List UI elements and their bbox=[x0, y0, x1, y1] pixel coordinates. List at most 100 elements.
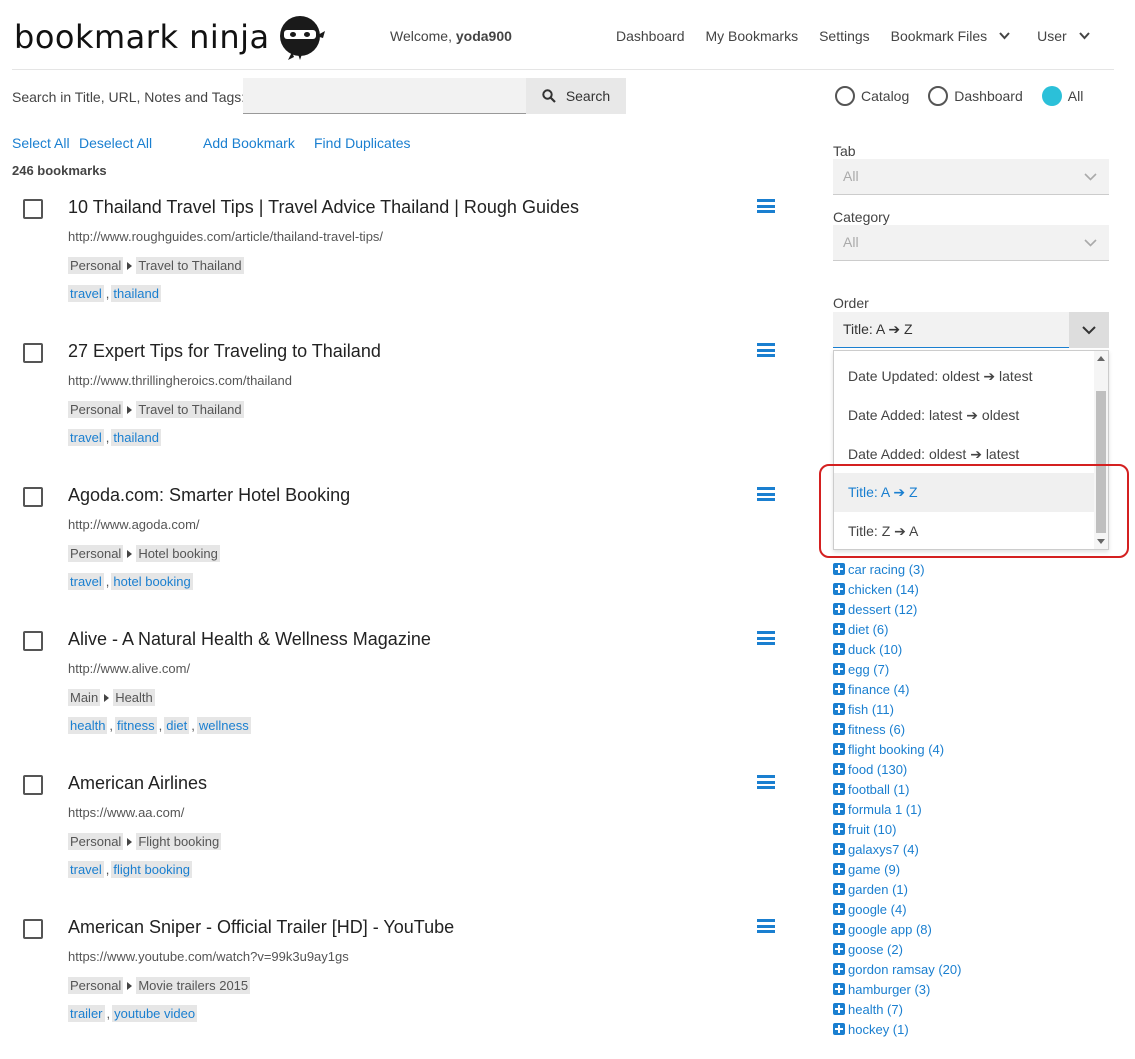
tag-filter-item[interactable]: fitness (6) bbox=[833, 719, 961, 739]
tag-filter-label[interactable]: duck (10) bbox=[848, 642, 902, 657]
tab-filter-select[interactable]: All bbox=[833, 159, 1109, 195]
logo[interactable]: bookmark ninja bbox=[14, 14, 326, 60]
tag-filter-label[interactable]: food (130) bbox=[848, 762, 907, 777]
tag-chip[interactable]: fitness bbox=[115, 717, 157, 734]
tag-chip[interactable]: travel bbox=[68, 861, 104, 878]
tag-filter-label[interactable]: google (4) bbox=[848, 902, 907, 917]
plus-square-icon[interactable] bbox=[833, 783, 845, 795]
plus-square-icon[interactable] bbox=[833, 983, 845, 995]
order-option[interactable]: Date Added: latest ➔ oldest bbox=[834, 396, 1096, 435]
bookmark-checkbox[interactable] bbox=[23, 343, 43, 363]
tag-chip[interactable]: hotel booking bbox=[111, 573, 193, 590]
tag-filter-label[interactable]: google app (8) bbox=[848, 922, 932, 937]
deselect-all-link[interactable]: Deselect All bbox=[79, 135, 152, 151]
hamburger-menu-icon[interactable] bbox=[757, 775, 775, 789]
tag-filter-item[interactable]: fruit (10) bbox=[833, 819, 961, 839]
add-bookmark-link[interactable]: Add Bookmark bbox=[203, 135, 295, 151]
radio-catalog[interactable]: Catalog bbox=[835, 86, 909, 106]
order-select[interactable]: Title: A ➔ Z bbox=[833, 312, 1109, 348]
order-dropdown-toggle[interactable] bbox=[1069, 312, 1109, 348]
bookmark-checkbox[interactable] bbox=[23, 199, 43, 219]
tag-chip[interactable]: thailand bbox=[111, 285, 161, 302]
plus-square-icon[interactable] bbox=[833, 1023, 845, 1035]
plus-square-icon[interactable] bbox=[833, 643, 845, 655]
tag-filter-item[interactable]: football (1) bbox=[833, 779, 961, 799]
tag-filter-item[interactable]: chicken (14) bbox=[833, 579, 961, 599]
tag-chip[interactable]: youtube video bbox=[112, 1005, 198, 1022]
tag-filter-item[interactable]: health (7) bbox=[833, 999, 961, 1019]
tag-filter-item[interactable]: garden (1) bbox=[833, 879, 961, 899]
hamburger-menu-icon[interactable] bbox=[757, 487, 775, 501]
tag-filter-label[interactable]: flight booking (4) bbox=[848, 742, 944, 757]
radio-all[interactable]: All bbox=[1041, 86, 1083, 106]
tag-filter-label[interactable]: fitness (6) bbox=[848, 722, 905, 737]
plus-square-icon[interactable] bbox=[833, 623, 845, 635]
bookmark-title[interactable]: Alive - A Natural Health & Wellness Maga… bbox=[68, 629, 431, 650]
plus-square-icon[interactable] bbox=[833, 723, 845, 735]
bookmark-title[interactable]: 27 Expert Tips for Traveling to Thailand bbox=[68, 341, 381, 362]
tag-filter-label[interactable]: formula 1 (1) bbox=[848, 802, 922, 817]
tag-filter-label[interactable]: goose (2) bbox=[848, 942, 903, 957]
plus-square-icon[interactable] bbox=[833, 903, 845, 915]
bookmark-checkbox[interactable] bbox=[23, 487, 43, 507]
tag-filter-item[interactable]: egg (7) bbox=[833, 659, 961, 679]
tag-filter-item[interactable]: car racing (3) bbox=[833, 559, 961, 579]
tag-filter-label[interactable]: dessert (12) bbox=[848, 602, 917, 617]
nav-settings[interactable]: Settings bbox=[819, 28, 870, 44]
plus-square-icon[interactable] bbox=[833, 603, 845, 615]
nav-dashboard[interactable]: Dashboard bbox=[616, 28, 685, 44]
plus-square-icon[interactable] bbox=[833, 743, 845, 755]
plus-square-icon[interactable] bbox=[833, 823, 845, 835]
tag-chip[interactable]: flight booking bbox=[111, 861, 193, 878]
bookmark-title[interactable]: Agoda.com: Smarter Hotel Booking bbox=[68, 485, 350, 506]
plus-square-icon[interactable] bbox=[833, 843, 845, 855]
tag-filter-item[interactable]: galaxys7 (4) bbox=[833, 839, 961, 859]
bookmark-checkbox[interactable] bbox=[23, 631, 43, 651]
plus-square-icon[interactable] bbox=[833, 703, 845, 715]
tag-chip[interactable]: health bbox=[68, 717, 108, 734]
plus-square-icon[interactable] bbox=[833, 883, 845, 895]
plus-square-icon[interactable] bbox=[833, 763, 845, 775]
tag-filter-label[interactable]: diet (6) bbox=[848, 622, 888, 637]
find-duplicates-link[interactable]: Find Duplicates bbox=[314, 135, 411, 151]
nav-bookmark-files[interactable]: Bookmark Files bbox=[891, 28, 1010, 44]
tag-filter-item[interactable]: google app (8) bbox=[833, 919, 961, 939]
nav-user[interactable]: User bbox=[1037, 28, 1090, 44]
plus-square-icon[interactable] bbox=[833, 563, 845, 575]
tag-filter-label[interactable]: football (1) bbox=[848, 782, 909, 797]
tag-filter-item[interactable]: fish (11) bbox=[833, 699, 961, 719]
tag-filter-item[interactable]: duck (10) bbox=[833, 639, 961, 659]
tag-filter-label[interactable]: gordon ramsay (20) bbox=[848, 962, 961, 977]
order-option[interactable]: Date Updated: oldest ➔ latest bbox=[834, 357, 1096, 396]
tag-filter-item[interactable]: goose (2) bbox=[833, 939, 961, 959]
plus-square-icon[interactable] bbox=[833, 583, 845, 595]
radio-dashboard[interactable]: Dashboard bbox=[928, 86, 1023, 106]
bookmark-checkbox[interactable] bbox=[23, 775, 43, 795]
tag-filter-label[interactable]: hamburger (3) bbox=[848, 982, 930, 997]
tag-filter-item[interactable]: food (130) bbox=[833, 759, 961, 779]
plus-square-icon[interactable] bbox=[833, 863, 845, 875]
tag-filter-item[interactable]: gordon ramsay (20) bbox=[833, 959, 961, 979]
tag-filter-item[interactable]: dessert (12) bbox=[833, 599, 961, 619]
plus-square-icon[interactable] bbox=[833, 943, 845, 955]
tag-filter-item[interactable]: hockey (1) bbox=[833, 1019, 961, 1039]
tag-filter-item[interactable]: flight booking (4) bbox=[833, 739, 961, 759]
tag-filter-label[interactable]: chicken (14) bbox=[848, 582, 919, 597]
plus-square-icon[interactable] bbox=[833, 663, 845, 675]
tag-filter-item[interactable]: game (9) bbox=[833, 859, 961, 879]
tag-filter-item[interactable]: formula 1 (1) bbox=[833, 799, 961, 819]
select-all-link[interactable]: Select All bbox=[12, 135, 70, 151]
bookmark-title[interactable]: American Airlines bbox=[68, 773, 207, 794]
tag-filter-label[interactable]: health (7) bbox=[848, 1002, 903, 1017]
tag-filter-label[interactable]: fish (11) bbox=[848, 702, 894, 717]
tag-chip[interactable]: wellness bbox=[196, 717, 251, 734]
bookmark-title[interactable]: 10 Thailand Travel Tips | Travel Advice … bbox=[68, 197, 579, 218]
tag-chip[interactable]: travel bbox=[68, 429, 104, 446]
tag-filter-label[interactable]: hockey (1) bbox=[848, 1022, 909, 1037]
tag-filter-label[interactable]: fruit (10) bbox=[848, 822, 896, 837]
tag-filter-label[interactable]: game (9) bbox=[848, 862, 900, 877]
tag-filter-label[interactable]: galaxys7 (4) bbox=[848, 842, 919, 857]
hamburger-menu-icon[interactable] bbox=[757, 199, 775, 213]
search-button[interactable]: Search bbox=[526, 78, 626, 114]
plus-square-icon[interactable] bbox=[833, 683, 845, 695]
